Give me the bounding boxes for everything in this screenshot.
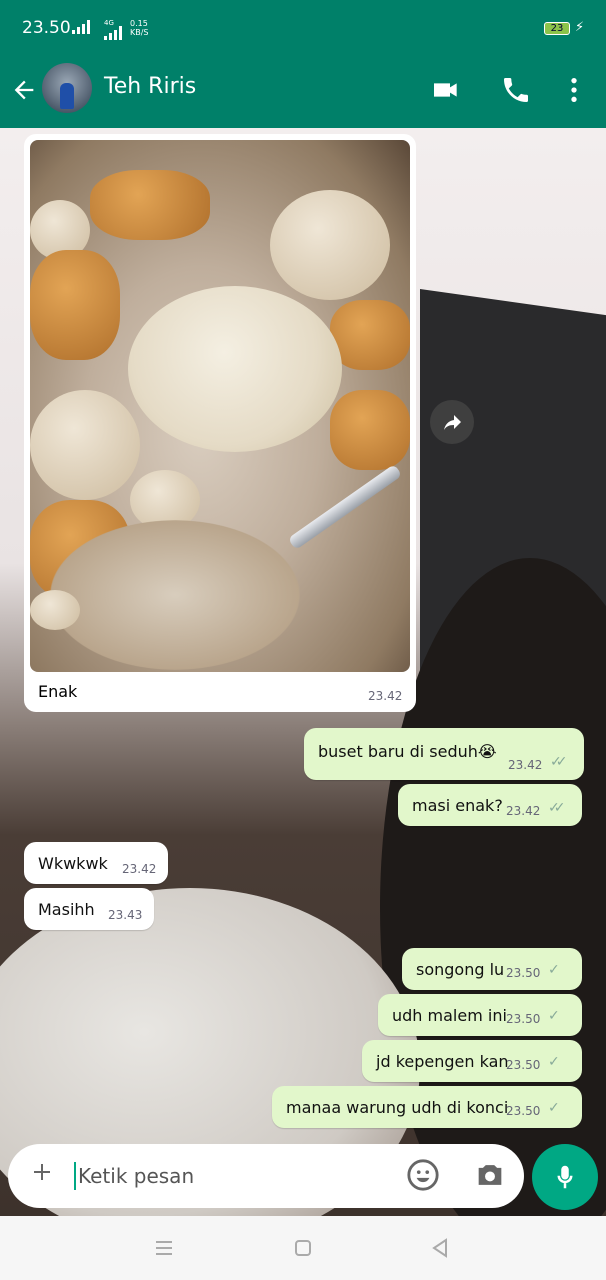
contact-name[interactable]: Teh Riris — [104, 74, 196, 99]
more-vert-icon[interactable] — [558, 74, 590, 106]
phone-icon[interactable] — [500, 74, 532, 106]
sent-tick-icon: ✓ — [548, 1100, 560, 1116]
message-text: jd kepengen kan — [376, 1052, 509, 1071]
read-ticks-icon: ✓✓ — [550, 754, 568, 770]
read-ticks-icon: ✓✓ — [548, 800, 566, 816]
message-bubble-out[interactable]: jd kepengen kan 23.50 ✓ — [362, 1040, 582, 1082]
sent-tick-icon: ✓ — [548, 1008, 560, 1024]
message-bubble-out[interactable]: songong lu 23.50 ✓ — [402, 948, 582, 990]
message-text: masi enak? — [412, 796, 503, 815]
charging-icon: ⚡ — [575, 20, 585, 35]
forward-icon — [444, 415, 461, 430]
message-composer: Ketik pesan — [8, 1144, 524, 1208]
signal-icon-2 — [104, 26, 122, 40]
food-photo[interactable] — [30, 140, 410, 672]
message-bubble-out[interactable]: buset baru di seduh😭 23.42 ✓✓ — [304, 728, 584, 780]
status-time: 23.50 — [22, 18, 71, 38]
message-bubble-out[interactable]: manaa warung udh di konci 23.50 ✓ — [272, 1086, 582, 1128]
message-bubble-in[interactable]: Wkwkwk 23.42 — [24, 842, 168, 884]
emoji-icon[interactable] — [406, 1158, 440, 1192]
message-text: Wkwkwk — [38, 854, 108, 873]
message-bubble-out[interactable]: masi enak? 23.42 ✓✓ — [398, 784, 582, 826]
sent-tick-icon: ✓ — [548, 1054, 560, 1070]
message-bubble-out[interactable]: udh malem ini 23.50 ✓ — [378, 994, 582, 1036]
message-time: 23.50 — [506, 1104, 541, 1118]
home-icon[interactable] — [291, 1236, 315, 1260]
message-time: 23.42 — [122, 862, 157, 876]
message-time: 23.42 — [508, 758, 543, 772]
speed-value: 0.15 — [130, 19, 148, 28]
message-time: 23.50 — [506, 1012, 541, 1026]
battery-icon: 23 — [544, 22, 570, 35]
text-caret — [74, 1162, 76, 1190]
system-nav-bar — [0, 1216, 606, 1280]
avatar[interactable] — [42, 63, 92, 113]
video-call-icon[interactable] — [430, 74, 462, 106]
mic-button[interactable] — [532, 1144, 598, 1210]
image-caption: Enak — [38, 682, 78, 701]
signal-icon — [72, 20, 90, 34]
back-nav-icon[interactable] — [428, 1236, 452, 1260]
chat-header: Teh Riris — [0, 58, 606, 128]
message-time: 23.43 — [108, 908, 143, 922]
message-time: 23.50 — [506, 966, 541, 980]
speed-unit: KB/S — [130, 28, 149, 37]
arrow-left-icon[interactable] — [10, 76, 38, 104]
mic-icon — [557, 1165, 573, 1189]
sent-tick-icon: ✓ — [548, 962, 560, 978]
message-time: 23.50 — [506, 1058, 541, 1072]
image-message[interactable]: Enak 23.42 — [24, 134, 416, 712]
message-text: udh malem ini — [392, 1006, 507, 1025]
plus-icon[interactable] — [30, 1160, 54, 1184]
message-text: songong lu — [416, 960, 505, 979]
message-text: Masihh — [38, 900, 95, 919]
message-time: 23.42 — [368, 689, 403, 703]
recents-icon[interactable] — [152, 1236, 176, 1260]
message-text: manaa warung udh di konci — [286, 1098, 509, 1117]
message-text: buset baru di seduh😭 — [318, 742, 497, 761]
message-input[interactable]: Ketik pesan — [78, 1164, 194, 1188]
status-bar: 23.50 4G 0.15 KB/S 23 ⚡ — [0, 0, 606, 58]
forward-button[interactable] — [430, 400, 474, 444]
message-bubble-in[interactable]: Masihh 23.43 — [24, 888, 154, 930]
network-speed: 0.15 KB/S — [130, 19, 149, 37]
message-time: 23.42 — [506, 804, 541, 818]
camera-icon[interactable] — [472, 1158, 508, 1192]
